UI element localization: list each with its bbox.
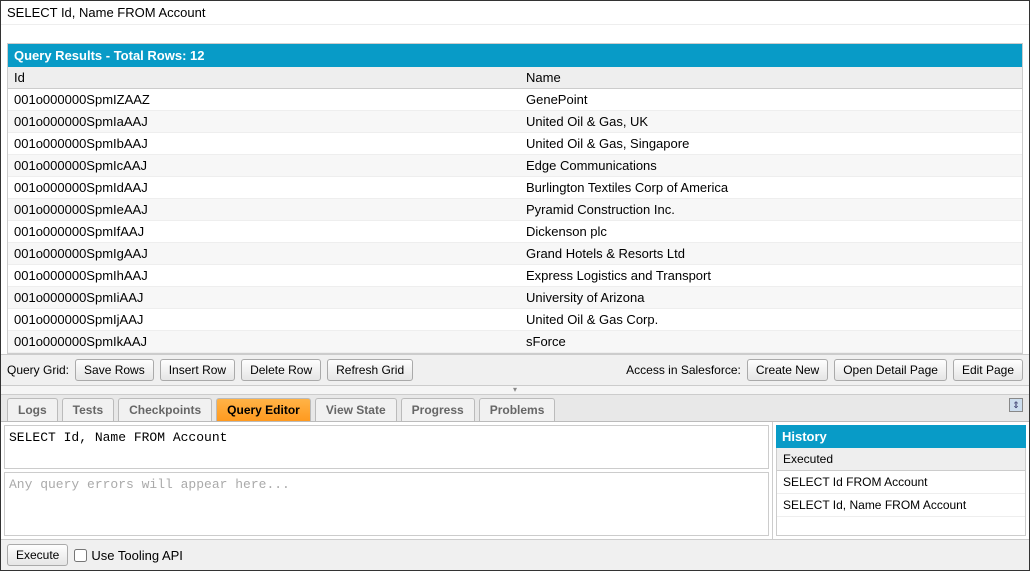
- cell-name[interactable]: Edge Communications: [520, 155, 1022, 176]
- cell-id[interactable]: 001o000000SpmIcAAJ: [8, 155, 520, 176]
- results-columns-header: Id Name: [8, 67, 1022, 89]
- tabs-bar: Logs Tests Checkpoints Query Editor View…: [1, 395, 1029, 422]
- history-header: History: [776, 425, 1026, 448]
- cell-name[interactable]: Dickenson plc: [520, 221, 1022, 242]
- cell-name[interactable]: United Oil & Gas Corp.: [520, 309, 1022, 330]
- table-row[interactable]: 001o000000SpmIcAAJEdge Communications: [8, 155, 1022, 177]
- table-row[interactable]: 001o000000SpmIkAAJsForce: [8, 331, 1022, 353]
- cell-name[interactable]: sForce: [520, 331, 1022, 352]
- tab-problems[interactable]: Problems: [479, 398, 556, 421]
- tab-checkpoints[interactable]: Checkpoints: [118, 398, 212, 421]
- tab-tests[interactable]: Tests: [62, 398, 114, 421]
- table-row[interactable]: 001o000000SpmIgAAJGrand Hotels & Resorts…: [8, 243, 1022, 265]
- create-new-button[interactable]: Create New: [747, 359, 828, 381]
- expand-icon[interactable]: ⇕: [1009, 398, 1023, 412]
- cell-id[interactable]: 001o000000SpmIdAAJ: [8, 177, 520, 198]
- results-header: Query Results - Total Rows: 12: [8, 44, 1022, 67]
- tab-logs[interactable]: Logs: [7, 398, 58, 421]
- execute-bar: Execute Use Tooling API: [1, 539, 1029, 570]
- table-row[interactable]: 001o000000SpmIiAAJUniversity of Arizona: [8, 287, 1022, 309]
- cell-name[interactable]: United Oil & Gas, UK: [520, 111, 1022, 132]
- table-row[interactable]: 001o000000SpmIZAAZGenePoint: [8, 89, 1022, 111]
- query-errors-box: Any query errors will appear here...: [4, 472, 769, 536]
- cell-id[interactable]: 001o000000SpmIjAAJ: [8, 309, 520, 330]
- cell-id[interactable]: 001o000000SpmIaAAJ: [8, 111, 520, 132]
- query-results-panel: Query Results - Total Rows: 12 Id Name 0…: [7, 43, 1023, 354]
- panel-divider[interactable]: ▾: [1, 385, 1029, 395]
- cell-id[interactable]: 001o000000SpmIbAAJ: [8, 133, 520, 154]
- table-row[interactable]: 001o000000SpmIjAAJUnited Oil & Gas Corp.: [8, 309, 1022, 331]
- query-textarea[interactable]: [4, 425, 769, 469]
- cell-id[interactable]: 001o000000SpmIhAAJ: [8, 265, 520, 286]
- use-tooling-api-wrap[interactable]: Use Tooling API: [74, 548, 183, 563]
- cell-id[interactable]: 001o000000SpmIiAAJ: [8, 287, 520, 308]
- column-header-name[interactable]: Name: [520, 67, 1022, 88]
- cell-id[interactable]: 001o000000SpmIgAAJ: [8, 243, 520, 264]
- cell-name[interactable]: Pyramid Construction Inc.: [520, 199, 1022, 220]
- cell-name[interactable]: United Oil & Gas, Singapore: [520, 133, 1022, 154]
- save-rows-button[interactable]: Save Rows: [75, 359, 154, 381]
- table-row[interactable]: 001o000000SpmIdAAJBurlington Textiles Co…: [8, 177, 1022, 199]
- delete-row-button[interactable]: Delete Row: [241, 359, 321, 381]
- tab-query-editor[interactable]: Query Editor: [216, 398, 311, 421]
- history-item[interactable]: SELECT Id FROM Account: [777, 471, 1025, 494]
- cell-name[interactable]: Express Logistics and Transport: [520, 265, 1022, 286]
- table-row[interactable]: 001o000000SpmIhAAJExpress Logistics and …: [8, 265, 1022, 287]
- tab-progress[interactable]: Progress: [401, 398, 475, 421]
- history-item[interactable]: SELECT Id, Name FROM Account: [777, 494, 1025, 517]
- query-grid-label: Query Grid:: [7, 363, 69, 377]
- table-row[interactable]: 001o000000SpmIeAAJPyramid Construction I…: [8, 199, 1022, 221]
- column-header-id[interactable]: Id: [8, 67, 520, 88]
- history-panel: History Executed SELECT Id FROM AccountS…: [776, 425, 1026, 536]
- cell-name[interactable]: Grand Hotels & Resorts Ltd: [520, 243, 1022, 264]
- use-tooling-api-label: Use Tooling API: [91, 548, 183, 563]
- table-row[interactable]: 001o000000SpmIbAAJUnited Oil & Gas, Sing…: [8, 133, 1022, 155]
- cell-id[interactable]: 001o000000SpmIeAAJ: [8, 199, 520, 220]
- cell-id[interactable]: 001o000000SpmIkAAJ: [8, 331, 520, 352]
- cell-name[interactable]: University of Arizona: [520, 287, 1022, 308]
- access-salesforce-label: Access in Salesforce:: [626, 363, 741, 377]
- query-string-display: SELECT Id, Name FROM Account: [1, 1, 1029, 25]
- use-tooling-api-checkbox[interactable]: [74, 549, 87, 562]
- history-subheader[interactable]: Executed: [776, 448, 1026, 471]
- edit-page-button[interactable]: Edit Page: [953, 359, 1023, 381]
- cell-id[interactable]: 001o000000SpmIfAAJ: [8, 221, 520, 242]
- refresh-grid-button[interactable]: Refresh Grid: [327, 359, 413, 381]
- cell-id[interactable]: 001o000000SpmIZAAZ: [8, 89, 520, 110]
- tab-view-state[interactable]: View State: [315, 398, 397, 421]
- cell-name[interactable]: Burlington Textiles Corp of America: [520, 177, 1022, 198]
- execute-button[interactable]: Execute: [7, 544, 68, 566]
- grid-actions-bar: Query Grid: Save Rows Insert Row Delete …: [1, 354, 1029, 385]
- table-row[interactable]: 001o000000SpmIaAAJUnited Oil & Gas, UK: [8, 111, 1022, 133]
- table-row[interactable]: 001o000000SpmIfAAJDickenson plc: [8, 221, 1022, 243]
- insert-row-button[interactable]: Insert Row: [160, 359, 235, 381]
- cell-name[interactable]: GenePoint: [520, 89, 1022, 110]
- open-detail-page-button[interactable]: Open Detail Page: [834, 359, 947, 381]
